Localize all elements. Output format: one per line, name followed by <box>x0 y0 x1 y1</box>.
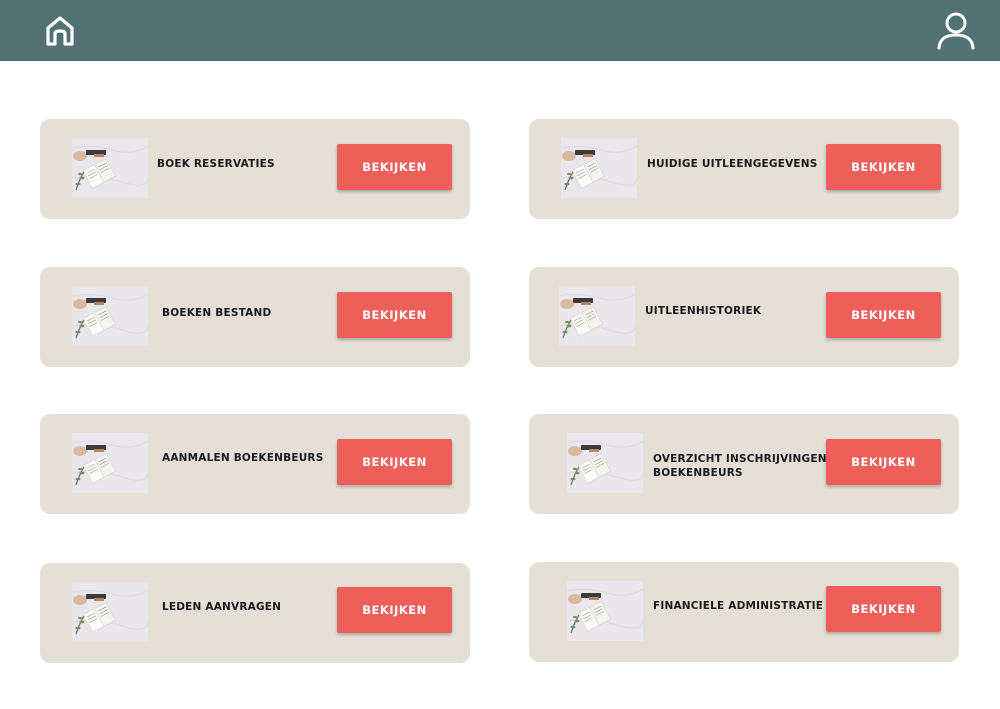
card-boek-reservaties: BOEK RESERVATIES BEKIJKEN <box>40 119 470 219</box>
top-bar <box>0 0 1000 61</box>
card-title: UITLEENHISTORIEK <box>645 305 762 317</box>
card-image <box>567 581 643 641</box>
card-title: BOEKEN BESTAND <box>162 307 272 319</box>
view-button[interactable]: BEKIJKEN <box>337 292 452 338</box>
view-button[interactable]: BEKIJKEN <box>826 292 941 338</box>
view-button[interactable]: BEKIJKEN <box>826 586 941 632</box>
card-boeken-bestand: BOEKEN BESTAND BEKIJKEN <box>40 267 470 367</box>
card-image <box>72 286 148 346</box>
card-image <box>72 138 148 198</box>
card-leden-aanvragen: LEDEN AANVRAGEN BEKIJKEN <box>40 563 470 663</box>
card-financiele-administratie: FINANCIELE ADMINISTRATIE BEKIJKEN <box>529 562 959 662</box>
card-title: HUIDIGE UITLEENGEGEVENS <box>647 158 818 170</box>
card-image <box>72 582 148 642</box>
view-button[interactable]: BEKIJKEN <box>337 587 452 633</box>
card-title: BOEK RESERVATIES <box>157 158 275 170</box>
card-title: AANMALEN BOEKENBEURS <box>162 452 324 464</box>
view-button[interactable]: BEKIJKEN <box>826 439 941 485</box>
card-overzicht-inschrijvingen-boekenbeurs: OVERZICHT INSCHRIJVINGEN BOEKENBEURS BEK… <box>529 414 959 514</box>
card-image <box>72 433 148 493</box>
card-title: LEDEN AANVRAGEN <box>162 601 282 613</box>
card-uitleenhistoriek: UITLEENHISTORIEK BEKIJKEN <box>529 267 959 367</box>
profile-button[interactable] <box>936 10 976 50</box>
card-title: FINANCIELE ADMINISTRATIE <box>653 600 824 612</box>
home-icon <box>46 16 74 46</box>
view-button[interactable]: BEKIJKEN <box>826 144 941 190</box>
view-button[interactable]: BEKIJKEN <box>337 144 452 190</box>
view-button[interactable]: BEKIJKEN <box>337 439 452 485</box>
card-title: OVERZICHT INSCHRIJVINGEN BOEKENBEURS <box>653 453 827 479</box>
card-image <box>561 138 637 198</box>
card-image <box>567 433 643 493</box>
card-image <box>559 286 635 346</box>
card-huidige-uitleengegevens: HUIDIGE UITLEENGEGEVENS BEKIJKEN <box>529 119 959 219</box>
user-icon <box>937 12 975 50</box>
home-button[interactable] <box>43 14 77 48</box>
card-aanmalen-boekenbeurs: AANMALEN BOEKENBEURS BEKIJKEN <box>40 414 470 514</box>
